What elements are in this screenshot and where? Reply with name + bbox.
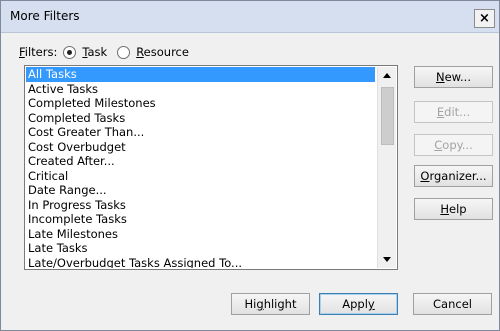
resource-radio-label[interactable]: Resource (136, 45, 189, 59)
task-radio[interactable] (63, 45, 77, 59)
list-item[interactable]: Cost Overbudget (26, 140, 375, 155)
cancel-button[interactable]: Cancel (413, 293, 492, 315)
list-item[interactable]: Active Tasks (26, 82, 375, 97)
scroll-down-arrow-icon (383, 257, 391, 262)
new-button[interactable]: New... (414, 66, 493, 88)
list-item[interactable]: Late Milestones (26, 227, 375, 242)
dialog-title: More Filters (10, 9, 80, 23)
more-filters-dialog: More Filters × Filters: Task Resource Al… (0, 0, 500, 331)
edit-button[interactable]: Edit... (414, 101, 493, 123)
list-item[interactable]: In Progress Tasks (26, 198, 375, 213)
scroll-thumb[interactable] (381, 87, 394, 145)
radio-selected-dot (67, 49, 73, 55)
close-button[interactable]: × (474, 9, 495, 28)
list-item[interactable]: Completed Tasks (26, 111, 375, 126)
scroll-up-button[interactable] (378, 67, 396, 84)
list-item[interactable]: Date Range... (26, 183, 375, 198)
title-bar: More Filters × (1, 1, 499, 33)
list-item[interactable]: Incomplete Tasks (26, 212, 375, 227)
list-item[interactable]: Created After... (26, 154, 375, 169)
list-item[interactable]: Completed Milestones (26, 96, 375, 111)
filters-label: Filters: (19, 45, 58, 59)
task-radio-label[interactable]: Task (82, 45, 107, 59)
scroll-up-arrow-icon (383, 73, 391, 78)
list-item[interactable]: Late Tasks (26, 241, 375, 256)
list-item[interactable]: Late/Overbudget Tasks Assigned To... (26, 256, 375, 269)
list-item[interactable]: All Tasks (26, 67, 375, 82)
vertical-scrollbar[interactable] (377, 67, 396, 268)
close-icon: × (479, 11, 490, 26)
highlight-button[interactable]: Hi g hlight (231, 293, 310, 315)
filters-listbox[interactable]: All Tasks Active Tasks Completed Milestone… (24, 65, 398, 270)
filter-type-row: Filters: Task Resource (19, 44, 199, 60)
filters-list[interactable]: All Tasks Active Tasks Completed Milestone… (26, 67, 375, 268)
resource-radio[interactable] (117, 45, 131, 59)
apply-button[interactable]: Appl y (319, 293, 398, 315)
list-item[interactable]: Critical (26, 169, 375, 184)
list-item[interactable]: Cost Greater Than... (26, 125, 375, 140)
organizer-button[interactable]: Organizer... (414, 165, 493, 187)
scroll-down-button[interactable] (378, 251, 396, 268)
copy-button[interactable]: Copy... (414, 134, 493, 156)
help-button[interactable]: Help (414, 198, 493, 220)
